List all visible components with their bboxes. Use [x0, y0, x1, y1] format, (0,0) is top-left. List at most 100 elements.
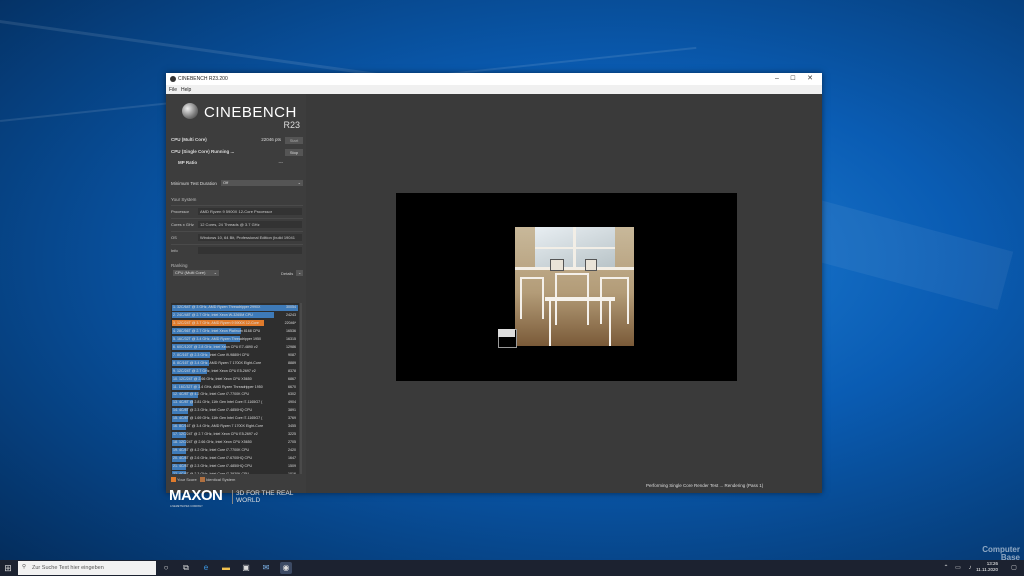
system-value: AMD Ryzen 9 5900X 12-Core Processor — [198, 208, 302, 215]
ranking-label: 12. 4C/8T @ 4.2 GHz, Intel Core i7-7700K… — [173, 392, 250, 397]
store-icon[interactable]: ▣ — [240, 562, 252, 574]
ranking-label: 22. 4C/8T @ 2.3 GHz, Intel Core i7-3930K… — [173, 471, 250, 474]
ranking-row[interactable]: 13. 4C/8T @ 2.81 GHz, 11th Gen Intel Cor… — [172, 399, 298, 406]
start-multi-button[interactable]: Start — [285, 137, 303, 144]
details-label: Details — [281, 271, 294, 276]
minimize-button[interactable]: – — [771, 75, 783, 83]
status-text: Performing Single Core Render Test ... R… — [646, 483, 764, 488]
details-button[interactable]: ⌄ — [296, 270, 303, 276]
ranking-row[interactable]: 1. 32C/64T @ 3 GHz, AMD Ryzen Threadripp… — [172, 304, 298, 311]
ranking-legend: Your Score Identical System — [171, 477, 235, 483]
notifications-icon[interactable]: ▢ — [1008, 562, 1020, 574]
mp-ratio-label: MP Ratio — [178, 160, 198, 165]
ranking-label: 14. 4C/8T @ 2.3 GHz, Intel Core i7-4850H… — [173, 408, 253, 413]
ranking-row[interactable]: 18. 12C/24T @ 2.66 GHz, Intel Xeon CPU X… — [172, 439, 298, 446]
system-key: Cores x GHz — [171, 222, 194, 227]
ranking-score: 3769 — [288, 416, 296, 421]
ranking-row[interactable]: 7. 8C/16T @ 2.3 GHz, Intel Core i9-9880H… — [172, 352, 298, 359]
cortana-circle-icon[interactable]: ○ — [160, 562, 172, 574]
taskbar-clock[interactable]: 13:26 11.11.2020 — [976, 561, 998, 573]
tray-overflow-icon[interactable]: ⌃ — [940, 562, 952, 574]
title-bar[interactable]: CINEBENCH R23.200 – ☐ ✕ — [166, 73, 822, 85]
rendered-scene-image — [515, 227, 634, 346]
ranking-row[interactable]: 2. 24C/48T @ 2.7 GHz, Intel Xeon W-3265M… — [172, 312, 298, 319]
ranking-score: 8889 — [288, 360, 296, 365]
min-duration-value: Off — [223, 180, 229, 185]
close-button[interactable]: ✕ — [804, 75, 816, 83]
ranking-score: 6867 — [288, 376, 296, 381]
taskbar: ⊞ ⚲ Zur Suche Text hier eingeben ○ ⧉ e ▬… — [0, 560, 1024, 576]
ranking-label: 20. 4C/8T @ 2.6 GHz, Intel Core i7-6700H… — [173, 456, 253, 461]
ranking-row[interactable]: 16. 8C/16T @ 3.4 GHz, AMD Ryzen 7 1700X … — [172, 423, 298, 430]
ranking-label: 18. 12C/24T @ 2.66 GHz, Intel Xeon CPU X… — [173, 440, 252, 445]
ranking-score: 6670 — [288, 384, 296, 389]
ranking-row[interactable]: 22. 4C/8T @ 2.3 GHz, Intel Core i7-3930K… — [172, 471, 298, 474]
ranking-select[interactable]: CPU (Multi Core) ⌄ — [173, 270, 219, 276]
render-viewport — [396, 193, 737, 381]
test-single-status: Running ... — [211, 149, 235, 154]
mail-icon[interactable]: ✉ — [260, 562, 272, 574]
logo-version: R23 — [283, 120, 300, 130]
min-duration-select[interactable]: Off ⌄ — [221, 180, 303, 186]
cinebench-logo: CINEBENCH R23 — [180, 100, 300, 130]
edge-browser-icon[interactable]: e — [200, 562, 212, 574]
clock-date: 11.11.2020 — [976, 567, 998, 572]
stop-single-button[interactable]: Stop — [285, 149, 303, 156]
ranking-row[interactable]: 4. 28C/56T @ 2.7 GHz, Intel Xeon Platinu… — [172, 328, 298, 335]
start-windows-icon[interactable]: ⊞ — [2, 562, 14, 574]
chevron-down-icon: ⌄ — [297, 180, 301, 185]
left-panel: CINEBENCH R23 CPU (Multi Core) 22046 pts… — [166, 94, 306, 508]
ranking-row[interactable]: 12. 4C/8T @ 4.2 GHz, Intel Core i7-7700K… — [172, 391, 298, 398]
network-icon[interactable]: ▭ — [952, 562, 964, 574]
ranking-label: 19. 4C/8T @ 4.2 GHz, Intel Core i7-7700K… — [173, 448, 250, 453]
system-info-field[interactable] — [198, 247, 302, 254]
your-system-heading: Your System — [171, 197, 197, 202]
ranking-scrollbar[interactable] — [300, 303, 302, 474]
taskbar-search[interactable]: ⚲ Zur Suche Text hier eingeben — [18, 561, 156, 575]
search-icon: ⚲ — [22, 564, 27, 570]
ranking-label: 1. 32C/64T @ 3 GHz, AMD Ryzen Threadripp… — [173, 305, 261, 309]
ranking-row[interactable]: 21. 4C/8T @ 2.3 GHz, Intel Core i7-4850H… — [172, 463, 298, 470]
ranking-row[interactable]: 19. 4C/8T @ 4.2 GHz, Intel Core i7-7700K… — [172, 447, 298, 454]
ranking-score: 3891 — [288, 408, 296, 413]
ranking-row[interactable]: 11. 16C/32T @ 3.4 GHz, AMD Ryzen Threadr… — [172, 384, 298, 391]
cinebench-taskbar-icon[interactable]: ◉ — [280, 562, 292, 574]
ranking-score: 16315 — [286, 336, 296, 341]
ranking-row[interactable]: 3. 12C/24T @ 3.7 GHz, AMD Ryzen 9 5900X … — [172, 320, 298, 327]
ranking-row[interactable]: 17. 12C/24T @ 2.7 GHz, Intel Xeon CPU E5… — [172, 431, 298, 438]
file-explorer-icon[interactable]: ▬ — [220, 562, 232, 574]
ranking-row[interactable]: 15. 4C/8T @ 1.69 GHz, 11th Gen Intel Cor… — [172, 415, 298, 422]
volume-icon[interactable]: ♪ — [964, 562, 976, 574]
ranking-row[interactable]: 10. 12C/24T @ 2.66 GHz, Intel Xeon CPU X… — [172, 376, 298, 383]
ranking-row[interactable]: 5. 16C/32T @ 3.4 GHz, AMD Ryzen Threadri… — [172, 336, 298, 343]
system-key: OS — [171, 235, 177, 240]
cinebench-app-icon — [170, 76, 176, 82]
menu-help[interactable]: Help — [181, 87, 191, 93]
legend-your-score: Your Score — [177, 477, 197, 482]
ranking-row[interactable]: 8. 8C/16T @ 3.4 GHz, AMD Ryzen 7 1700X E… — [172, 360, 298, 367]
system-row-os: OS Windows 10, 64 Bit, Professional Edit… — [171, 231, 303, 242]
test-single-label: CPU (Single Core) — [171, 149, 210, 154]
ranking-row[interactable]: 14. 4C/8T @ 2.3 GHz, Intel Core i7-4850H… — [172, 407, 298, 414]
logo-name: CINEBENCH — [204, 104, 297, 121]
menu-file[interactable]: File — [169, 87, 177, 93]
task-view-icon[interactable]: ⧉ — [180, 562, 192, 574]
ranking-label: 5. 16C/32T @ 3.4 GHz, AMD Ryzen Threadri… — [173, 336, 262, 341]
ranking-heading: Ranking — [171, 263, 188, 268]
min-duration-label: Minimum Test Duration — [171, 181, 217, 186]
ranking-score: 8378 — [288, 368, 296, 373]
identical-system-swatch — [199, 477, 205, 483]
system-row-cores: Cores x GHz 12 Cores, 24 Threads @ 3.7 G… — [171, 218, 303, 229]
ranking-score: 22046* — [284, 320, 296, 325]
ranking-score: 24243 — [286, 312, 296, 317]
min-test-duration: Minimum Test Duration Off ⌄ — [171, 180, 303, 189]
ranking-row[interactable]: 6. 60C/120T @ 2.8 GHz, Intel Xeon CPU E7… — [172, 344, 298, 351]
ranking-score: 3225 — [288, 432, 296, 437]
maximize-button[interactable]: ☐ — [787, 75, 799, 83]
ranking-score: 3455 — [288, 424, 296, 429]
ranking-row[interactable]: 20. 4C/8T @ 2.6 GHz, Intel Core i7-6700H… — [172, 455, 298, 462]
test-single-core: CPU (Single Core) Running ... Stop — [171, 149, 303, 157]
mp-ratio: MP Ratio --- — [178, 160, 303, 168]
render-bucket-progress — [498, 329, 515, 337]
ranking-row[interactable]: 9. 12C/24T @ 2.7 GHz, Intel Xeon CPU E5-… — [172, 368, 298, 375]
